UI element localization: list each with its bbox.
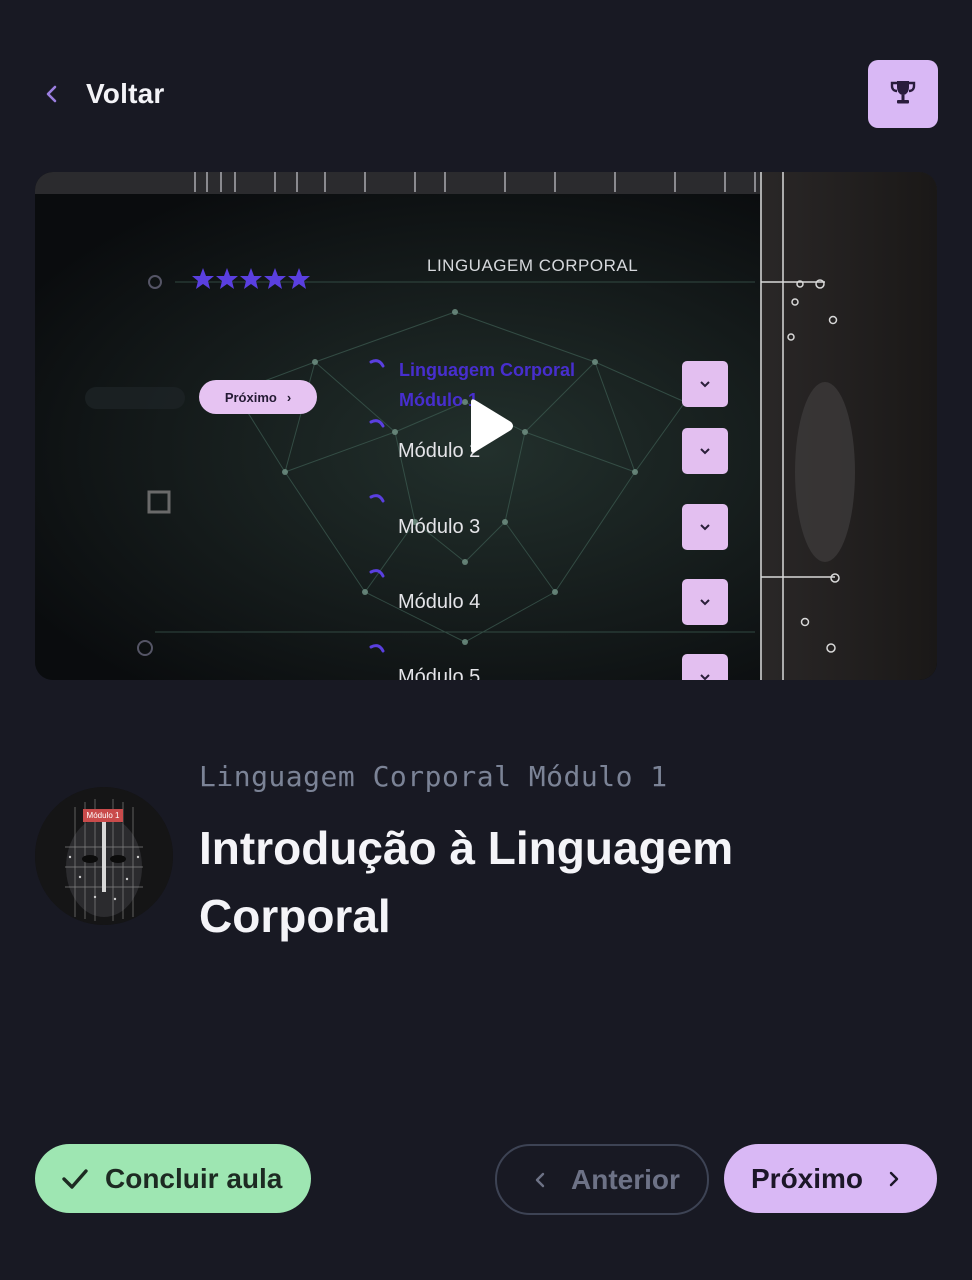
complete-lesson-button[interactable]: Concluir aula [35,1144,311,1213]
chevron-right-icon [883,1168,905,1190]
complete-lesson-label: Concluir aula [105,1162,283,1194]
video-module-item: Módulo 3 [398,516,481,538]
video-module-item: Módulo 5 [398,666,481,680]
trophy-icon [888,77,918,112]
video-player[interactable]: LINGUAGEM CORPORAL Linguagem Corporal Mó… [35,172,937,680]
lesson-title: Introdução à Linguagem Corporal [199,822,734,942]
previous-label: Anterior [571,1163,680,1195]
chevron-down-icon [682,654,728,680]
back-button[interactable]: Voltar [38,68,164,120]
play-button[interactable] [455,394,519,458]
video-next-pill-label: Próximo [224,389,277,405]
chevron-right-icon: › [286,389,292,405]
chevron-down-icon [682,428,728,474]
chevron-down-icon [682,361,728,407]
previous-button[interactable]: Anterior [495,1144,709,1215]
video-next-pill: Próximo › [199,380,317,414]
trophy-button[interactable] [868,60,938,128]
check-icon [59,1163,91,1195]
face-mesh-image [35,787,173,925]
chevron-left-icon [529,1169,551,1191]
chevron-left-icon [38,80,66,108]
back-label: Voltar [86,78,165,109]
chevron-down-icon [682,579,728,625]
next-label: Próximo [751,1162,864,1194]
video-module-item: Módulo 4 [398,591,481,613]
lesson-thumbnail: Módulo 1 [35,787,173,925]
next-button[interactable]: Próximo [724,1144,937,1213]
thumbnail-badge: Módulo 1 [83,809,123,822]
video-menu-heading: Linguagem Corporal [399,360,576,380]
module-label: Linguagem Corporal Módulo 1 [199,760,668,793]
video-thumbnail-title: LINGUAGEM CORPORAL [427,256,639,275]
chevron-down-icon [682,504,728,550]
play-icon [471,399,513,453]
